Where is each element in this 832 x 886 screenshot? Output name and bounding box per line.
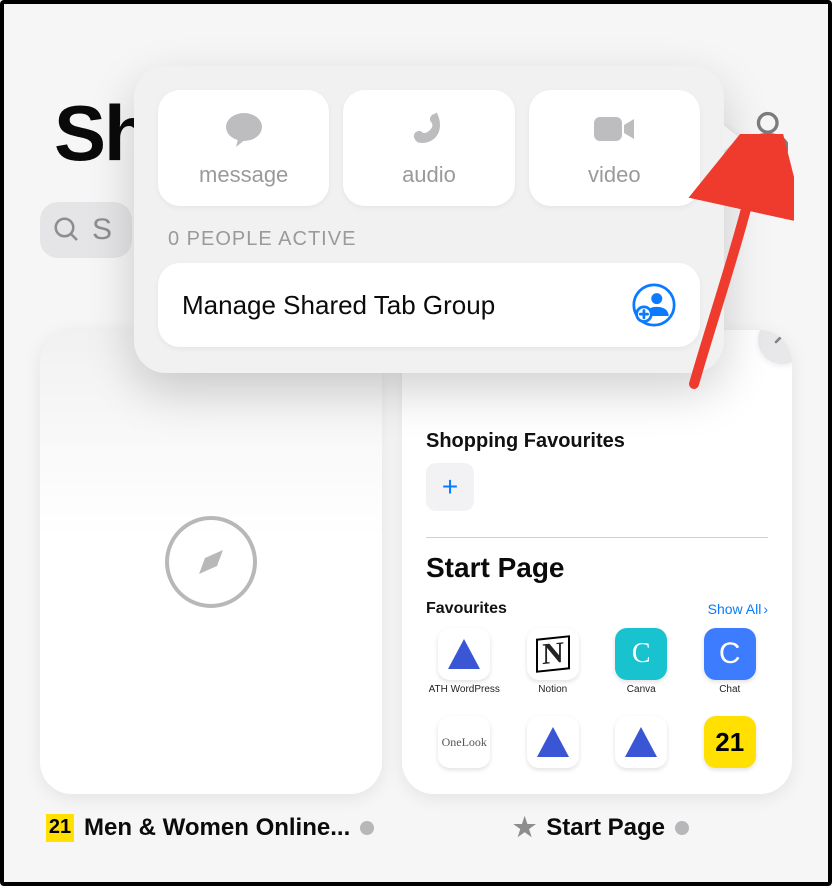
tab-caption-right[interactable]: ★ Start Page bbox=[416, 812, 786, 843]
favourite-caption: ATH WordPress bbox=[429, 684, 500, 704]
favourite-item[interactable]: 21 bbox=[692, 716, 769, 768]
favourites-heading: Favourites bbox=[426, 600, 507, 618]
action-label: message bbox=[199, 162, 288, 188]
search-text-fragment: S bbox=[92, 213, 112, 247]
favourite-item[interactable] bbox=[603, 716, 680, 768]
favourite-caption: Canva bbox=[627, 684, 656, 704]
favourite-item[interactable] bbox=[515, 716, 592, 768]
plus-icon: + bbox=[442, 471, 458, 503]
favourite-item[interactable]: CCanva bbox=[603, 628, 680, 704]
video-button[interactable]: video bbox=[529, 90, 700, 206]
favourite-item[interactable]: OneLook bbox=[426, 716, 503, 768]
start-page-heading: Start Page bbox=[426, 552, 768, 584]
close-icon bbox=[773, 330, 791, 351]
favourite-caption: Notion bbox=[538, 684, 567, 704]
add-person-icon bbox=[632, 283, 676, 327]
favourite-item[interactable]: NNotion bbox=[515, 628, 592, 704]
show-all-button[interactable]: Show All › bbox=[708, 601, 768, 617]
show-all-label: Show All bbox=[708, 601, 762, 617]
presence-dot-icon bbox=[675, 821, 689, 835]
divider bbox=[426, 537, 768, 538]
audio-button[interactable]: audio bbox=[343, 90, 514, 206]
action-label: audio bbox=[402, 162, 456, 188]
search-input[interactable]: S bbox=[40, 202, 132, 258]
shopping-favourites-label: Shopping Favourites bbox=[426, 430, 768, 453]
audio-icon bbox=[405, 109, 453, 154]
favourite-caption: Chat bbox=[719, 684, 740, 704]
tab-caption-left[interactable]: 21 Men & Women Online... bbox=[46, 812, 416, 843]
tab-caption-label: Start Page bbox=[546, 814, 665, 842]
message-button[interactable]: message bbox=[158, 90, 329, 206]
manage-label: Manage Shared Tab Group bbox=[182, 290, 495, 321]
message-icon bbox=[220, 109, 268, 154]
presence-dot-icon bbox=[360, 821, 374, 835]
active-people-label: 0 PEOPLE ACTIVE bbox=[168, 228, 700, 251]
add-favourite-button[interactable]: + bbox=[426, 463, 474, 511]
site-badge-icon: 21 bbox=[46, 814, 74, 842]
tab-captions-row: 21 Men & Women Online... ★ Start Page bbox=[46, 812, 786, 843]
tab-overview-row: Shopping Favourites + Start Page Favouri… bbox=[40, 330, 792, 794]
tab-card-left[interactable] bbox=[40, 330, 382, 794]
chevron-right-icon: › bbox=[763, 601, 768, 617]
share-popover: message audio video 0 PEOPLE ACTIVE Manage… bbox=[134, 66, 724, 373]
video-icon bbox=[590, 109, 638, 154]
tab-caption-label: Men & Women Online... bbox=[84, 814, 350, 842]
favourite-item[interactable]: CChat bbox=[692, 628, 769, 704]
people-check-icon bbox=[734, 106, 788, 160]
favourite-item[interactable]: ATH WordPress bbox=[426, 628, 503, 704]
tab-card-right[interactable]: Shopping Favourites + Start Page Favouri… bbox=[402, 330, 792, 794]
favourites-grid: ATH WordPress NNotionCCanvaCChat OneLook 21 bbox=[426, 628, 768, 768]
share-actions-row: message audio video bbox=[158, 90, 700, 206]
manage-shared-group-button[interactable]: Manage Shared Tab Group bbox=[158, 263, 700, 347]
star-icon: ★ bbox=[513, 812, 536, 843]
search-icon bbox=[52, 215, 82, 245]
safari-placeholder-icon bbox=[40, 330, 382, 794]
action-label: video bbox=[588, 162, 641, 188]
shared-group-button[interactable] bbox=[734, 106, 788, 160]
